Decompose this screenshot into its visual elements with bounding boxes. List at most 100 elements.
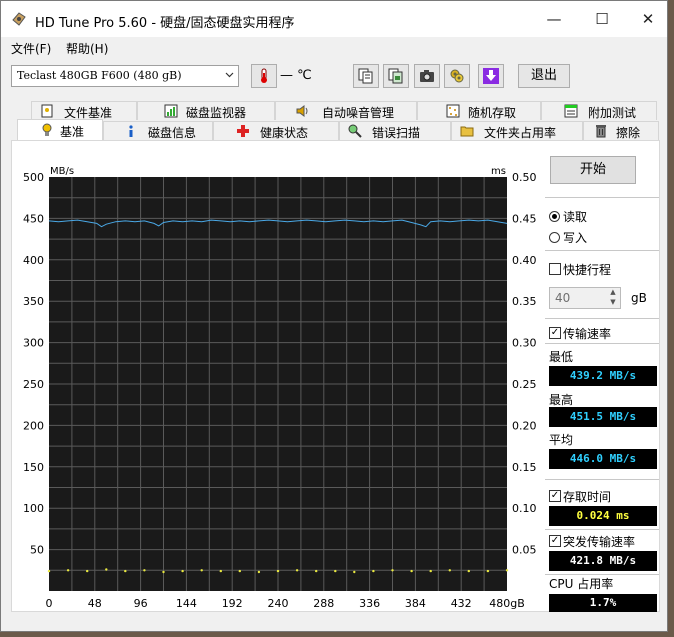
drive-select[interactable]: Teclast 480GB F600 (480 gB) bbox=[11, 65, 239, 87]
y-axis-left-label: MB/s bbox=[50, 166, 74, 177]
read-radio[interactable] bbox=[549, 211, 560, 222]
save-icon bbox=[483, 68, 499, 84]
access-time-point bbox=[105, 568, 108, 571]
menu-help[interactable]: 帮助(H) bbox=[66, 40, 108, 57]
tab-label: 错误扫描 bbox=[372, 126, 421, 140]
tab-disk-info[interactable]: 磁盘信息 bbox=[103, 121, 213, 140]
max-label: 最高 bbox=[549, 393, 574, 407]
tab-row-top: 文件基准 磁盘监视器 自动噪音管理 随机存取 附加测试 bbox=[11, 101, 661, 120]
exit-button[interactable]: 退出 bbox=[518, 64, 570, 88]
tab-row-bottom: 基准 磁盘信息 健康状态 错误扫描 文件夹占用率 擦除 bbox=[11, 119, 661, 140]
burst-rate-checkbox[interactable]: ✓ bbox=[549, 535, 561, 547]
tab-label: 基准 bbox=[60, 125, 85, 139]
title-bar: HD Tune Pro 5.60 - 硬盘/固态硬盘实用程序 — ☐ ✕ bbox=[1, 1, 667, 37]
x-tick-label: 384 bbox=[405, 597, 426, 610]
avg-label: 平均 bbox=[549, 433, 574, 447]
y-tick-label-left: 450 bbox=[23, 212, 44, 225]
temperature-value: — ℃ bbox=[280, 68, 312, 83]
access-time-point bbox=[353, 570, 356, 574]
tab-disk-monitor[interactable]: 磁盘监视器 bbox=[137, 101, 275, 120]
access-time-point bbox=[467, 569, 470, 573]
disk-monitor-icon bbox=[164, 104, 178, 118]
divider bbox=[545, 318, 659, 319]
tab-noise-management[interactable]: 自动噪音管理 bbox=[275, 101, 417, 120]
tab-extra-tests[interactable]: 附加测试 bbox=[541, 101, 657, 120]
copy-text-button[interactable] bbox=[353, 64, 379, 88]
transfer-rate-checkbox[interactable]: ✓ bbox=[549, 327, 561, 339]
x-tick-label: 96 bbox=[134, 597, 148, 610]
quick-stroke-spinner[interactable]: 40 ▲ ▼ bbox=[549, 287, 621, 309]
x-tick-label: 288 bbox=[313, 597, 334, 610]
access-time-point bbox=[372, 569, 375, 573]
error-scan-icon bbox=[348, 124, 362, 138]
tab-folder-usage[interactable]: 文件夹占用率 bbox=[451, 121, 583, 140]
tab-erase[interactable]: 擦除 bbox=[583, 121, 659, 140]
copy-text-icon bbox=[358, 68, 373, 84]
access-time-point bbox=[162, 570, 165, 574]
access-time-point bbox=[86, 569, 89, 573]
x-tick-label: 480gB bbox=[489, 597, 525, 610]
access-time-point bbox=[410, 569, 413, 573]
y-tick-label-left: 400 bbox=[23, 254, 44, 267]
max-value: 451.5 MB/s bbox=[549, 407, 657, 427]
erase-icon bbox=[596, 125, 606, 138]
menu-bar: 文件(F) 帮助(H) bbox=[1, 37, 667, 59]
save-button[interactable] bbox=[478, 64, 504, 88]
write-radio[interactable] bbox=[549, 232, 560, 243]
tab-label: 磁盘信息 bbox=[148, 126, 197, 140]
benchmark-icon bbox=[42, 123, 52, 136]
tab-benchmark[interactable]: 基准 bbox=[17, 119, 103, 140]
access-time-point bbox=[276, 569, 280, 573]
quick-stroke-checkbox[interactable] bbox=[549, 263, 561, 275]
y-tick-label-right: 0.50 bbox=[512, 171, 537, 184]
quick-stroke-unit: gB bbox=[631, 291, 647, 305]
maximize-button[interactable]: ☐ bbox=[579, 1, 625, 37]
options-button[interactable] bbox=[444, 64, 470, 88]
access-time-point bbox=[66, 569, 70, 572]
chevron-down-icon bbox=[225, 72, 234, 78]
toolbar: Teclast 480GB F600 (480 gB) — ℃ 退出 bbox=[1, 59, 667, 95]
tab-health[interactable]: 健康状态 bbox=[213, 121, 339, 140]
x-tick-label: 432 bbox=[451, 597, 472, 610]
chart-grid bbox=[49, 177, 507, 591]
start-button[interactable]: 开始 bbox=[550, 156, 636, 184]
access-time-point bbox=[238, 569, 241, 573]
minimize-button[interactable]: — bbox=[531, 1, 577, 37]
divider bbox=[545, 529, 659, 530]
access-time-point bbox=[295, 569, 299, 572]
min-label: 最低 bbox=[549, 350, 574, 364]
y-tick-label-right: 0.25 bbox=[512, 378, 537, 391]
access-time-point bbox=[315, 569, 318, 573]
thermometer-icon bbox=[261, 68, 267, 83]
quick-stroke-value: 40 bbox=[555, 291, 571, 305]
tab-label: 自动噪音管理 bbox=[322, 106, 395, 120]
y-tick-label-left: 50 bbox=[30, 544, 44, 557]
access-time-point bbox=[181, 569, 184, 573]
speaker-icon bbox=[296, 105, 308, 117]
app-icon bbox=[12, 12, 26, 26]
benchmark-panel: 500 450 400 350 300 250 200 150 100 50 0.50 0.45 0.4… bbox=[11, 140, 660, 612]
divider bbox=[545, 343, 659, 344]
access-time-point bbox=[257, 570, 261, 574]
tab-random-access[interactable]: 随机存取 bbox=[417, 101, 541, 120]
temperature-button[interactable] bbox=[251, 64, 277, 88]
quick-stroke-label: 快捷行程 bbox=[563, 263, 612, 277]
y-tick-label-right: 0.35 bbox=[512, 295, 537, 308]
tab-file-benchmark[interactable]: 文件基准 bbox=[31, 101, 137, 120]
info-icon bbox=[129, 125, 133, 137]
screenshot-button[interactable] bbox=[414, 64, 440, 88]
access-time-point bbox=[429, 569, 432, 573]
control-panel: 开始 读取 写入 快捷行程 40 ▲ ▼ gB ✓ 传输速率 最低 439.2 … bbox=[545, 141, 661, 613]
access-time-point bbox=[334, 569, 337, 573]
spin-down-icon[interactable]: ▼ bbox=[606, 298, 620, 308]
tab-error-scan[interactable]: 错误扫描 bbox=[339, 121, 451, 140]
spin-up-icon[interactable]: ▲ bbox=[606, 288, 620, 298]
copy-screenshot-button[interactable] bbox=[383, 64, 409, 88]
folder-usage-icon bbox=[460, 126, 474, 137]
menu-file[interactable]: 文件(F) bbox=[11, 40, 51, 57]
close-button[interactable]: ✕ bbox=[625, 1, 667, 37]
y-tick-label-left: 100 bbox=[23, 502, 44, 515]
y-tick-label-right: 0.20 bbox=[512, 419, 537, 432]
access-time-checkbox[interactable]: ✓ bbox=[549, 490, 561, 502]
benchmark-chart: 500 450 400 350 300 250 200 150 100 50 0.50 0.45 0.4… bbox=[23, 166, 537, 610]
